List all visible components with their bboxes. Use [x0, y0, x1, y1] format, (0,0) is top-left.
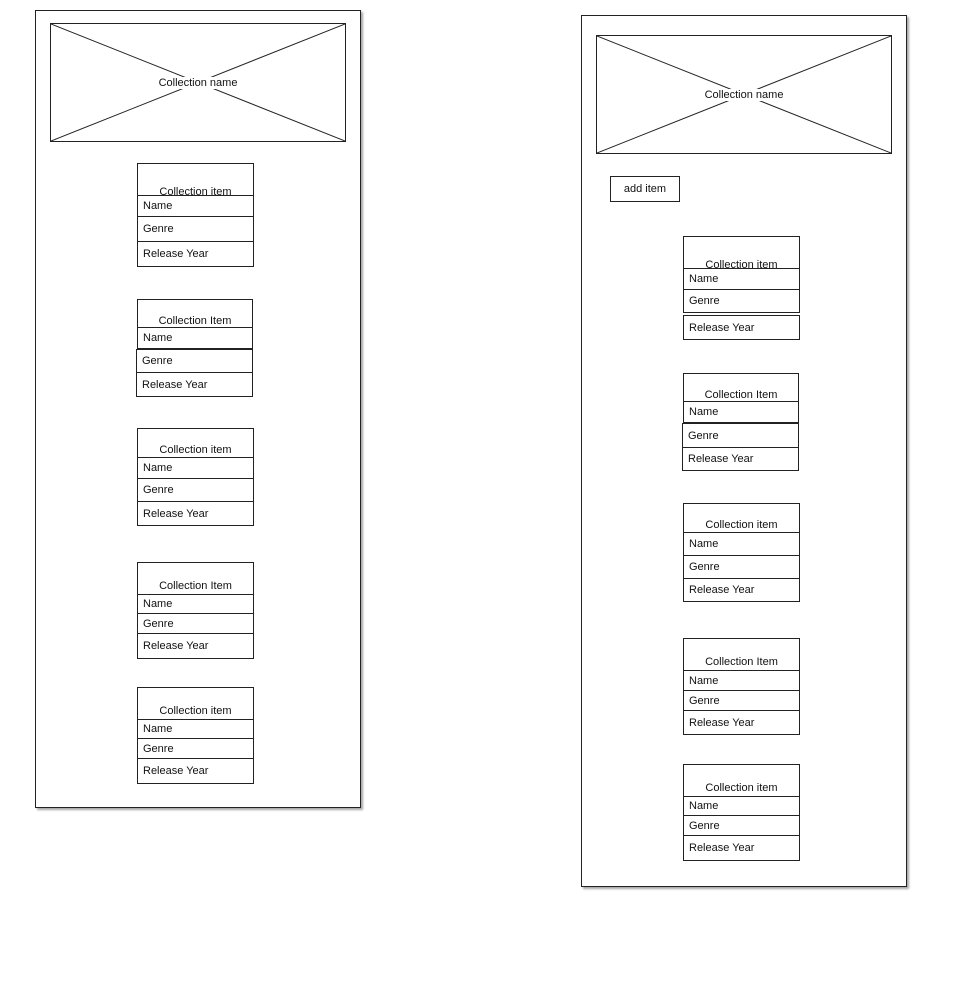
- release-year-field[interactable]: Release Year: [136, 372, 253, 397]
- card-title: Collection Item: [683, 373, 799, 402]
- name-field[interactable]: Name: [137, 594, 254, 614]
- release-year-field[interactable]: Release Year: [137, 758, 254, 784]
- card-title: Collection item: [683, 236, 800, 271]
- genre-field[interactable]: Genre: [683, 815, 800, 836]
- name-field[interactable]: Name: [683, 670, 800, 691]
- card-title: Collection item: [683, 503, 800, 533]
- release-year-field[interactable]: Release Year: [683, 315, 800, 340]
- release-year-field[interactable]: Release Year: [683, 578, 800, 602]
- card-title: Collection item: [137, 163, 254, 198]
- name-field[interactable]: Name: [683, 268, 800, 290]
- genre-field[interactable]: Genre: [683, 289, 800, 313]
- name-field[interactable]: Name: [683, 401, 799, 423]
- right-header-image-placeholder: Collection name: [596, 35, 892, 154]
- genre-field[interactable]: Genre: [137, 478, 254, 502]
- release-year-field[interactable]: Release Year: [137, 241, 254, 267]
- release-year-field[interactable]: Release Year: [137, 633, 254, 659]
- name-field[interactable]: Name: [683, 532, 800, 556]
- name-field[interactable]: Name: [137, 719, 254, 739]
- genre-field[interactable]: Genre: [683, 555, 800, 579]
- genre-field[interactable]: Genre: [137, 216, 254, 242]
- release-year-field[interactable]: Release Year: [682, 447, 799, 471]
- card-title: Collection Item: [137, 299, 253, 328]
- card-title: Collection Item: [683, 638, 800, 671]
- genre-field[interactable]: Genre: [136, 349, 253, 373]
- release-year-field[interactable]: Release Year: [683, 710, 800, 735]
- name-field[interactable]: Name: [137, 457, 254, 479]
- left-collection-name: Collection name: [156, 76, 240, 89]
- name-field[interactable]: Name: [137, 195, 254, 217]
- card-title: Collection item: [683, 764, 800, 797]
- card-title: Collection Item: [137, 562, 254, 595]
- name-field[interactable]: Name: [683, 796, 800, 816]
- release-year-field[interactable]: Release Year: [683, 835, 800, 861]
- card-title: Collection item: [137, 687, 254, 720]
- genre-field[interactable]: Genre: [137, 738, 254, 759]
- card-title: Collection item: [137, 428, 254, 458]
- name-field[interactable]: Name: [137, 327, 253, 349]
- genre-field[interactable]: Genre: [682, 423, 799, 448]
- release-year-field[interactable]: Release Year: [137, 501, 254, 526]
- left-header-image-placeholder: Collection name: [50, 23, 346, 142]
- genre-field[interactable]: Genre: [683, 690, 800, 711]
- right-collection-name: Collection name: [702, 88, 786, 101]
- add-item-button[interactable]: add item: [610, 176, 680, 202]
- genre-field[interactable]: Genre: [137, 613, 254, 634]
